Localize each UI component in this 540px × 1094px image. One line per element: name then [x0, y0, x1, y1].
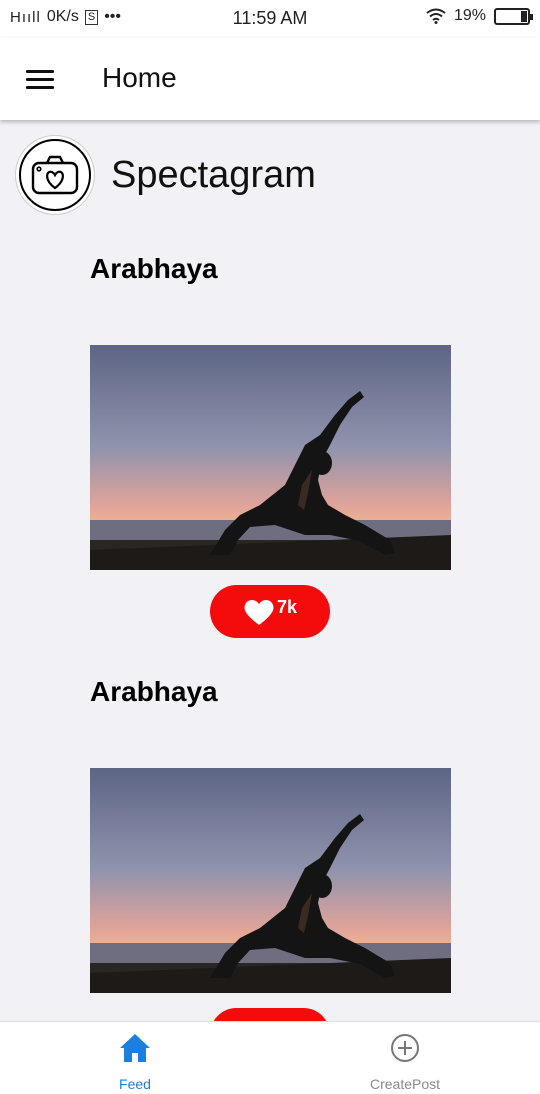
home-icon: [120, 1034, 150, 1062]
bottom-navigation: Feed CreatePost: [0, 1021, 540, 1094]
post-image[interactable]: [90, 768, 451, 993]
battery-level-fill: [520, 10, 527, 22]
like-button[interactable]: 7k: [210, 585, 330, 638]
brand-header: Spectagram: [15, 135, 316, 215]
add-circle-icon: [391, 1034, 419, 1062]
yoga-silhouette-at-sunset-photo: [90, 768, 451, 993]
post-card: Arabhaya: [0, 245, 540, 668]
logo-ring: [19, 139, 91, 211]
post-author: Arabhaya: [90, 253, 218, 284]
wifi-icon: [426, 8, 446, 24]
post-card: Arabhaya: [0, 668, 540, 1025]
post-feed[interactable]: Arabhaya 7k Arabhaya: [0, 245, 540, 1025]
battery-icon: [494, 7, 533, 25]
tab-feed[interactable]: Feed: [0, 1022, 270, 1094]
post-author: Arabhaya: [90, 676, 218, 707]
battery-percent: 19%: [453, 7, 486, 24]
hamburger-menu-icon[interactable]: [26, 70, 54, 90]
status-right-group: 19%: [426, 7, 533, 25]
tab-feed-label: Feed: [119, 1076, 151, 1092]
status-bar: Hııll 0K/s S ••• 11:59 AM 19%: [0, 0, 540, 38]
page-title: Home: [102, 62, 177, 93]
tab-createpost[interactable]: CreatePost: [270, 1022, 540, 1094]
brand-name: Spectagram: [111, 153, 316, 196]
camera-heart-icon: [31, 155, 79, 195]
like-count: 7k: [276, 597, 298, 617]
app-logo: [15, 135, 95, 215]
app-bar: Home: [0, 38, 540, 120]
post-image[interactable]: [90, 345, 451, 570]
heart-icon: [244, 599, 274, 625]
tab-createpost-label: CreatePost: [369, 1076, 441, 1092]
yoga-silhouette-at-sunset-photo: [90, 345, 451, 570]
